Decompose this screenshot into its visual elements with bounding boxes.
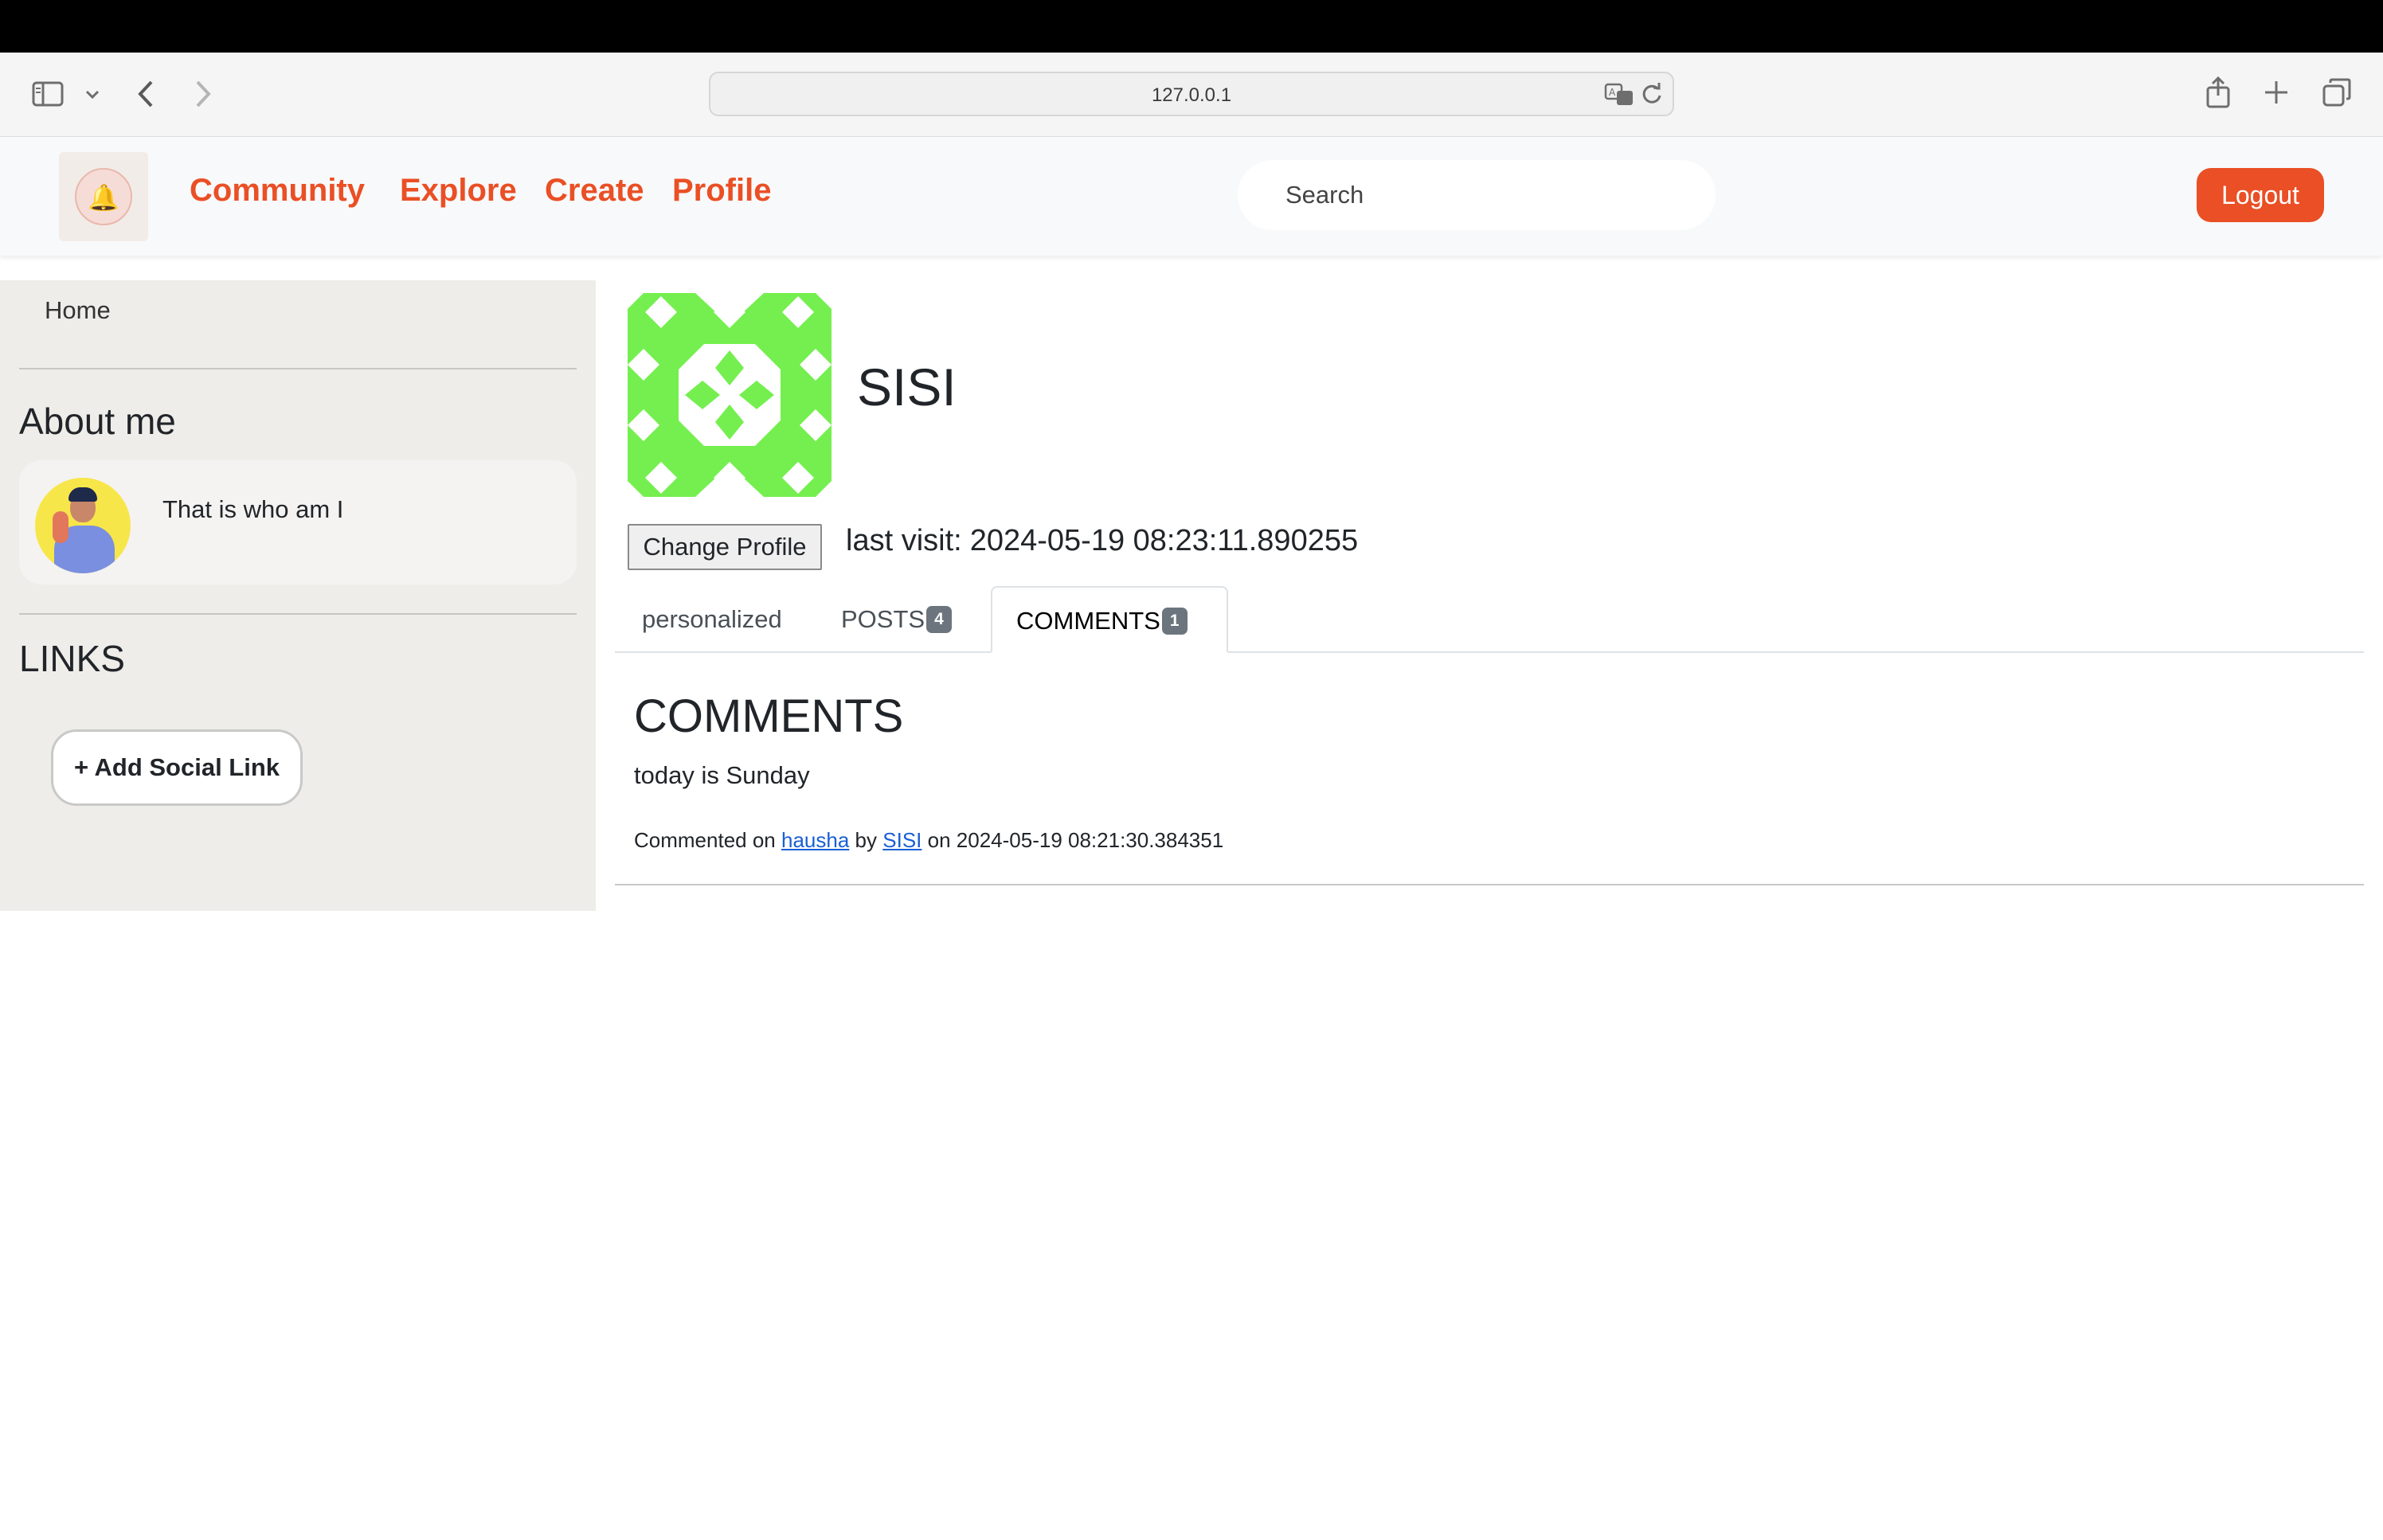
profile-username: SISI [857,358,957,416]
url-text: 127.0.0.1 [1151,84,1232,106]
nav-explore[interactable]: Explore [400,173,517,209]
profile-identicon [628,293,832,497]
home-link[interactable]: Home [45,296,111,325]
divider [19,613,577,615]
browser-toolbar: 127.0.0.1 A [0,53,2383,137]
share-icon[interactable] [2205,76,2232,113]
tab-label: personalized [642,605,782,633]
comments-count-badge: 1 [1161,607,1188,635]
tab-label: COMMENTS [1016,607,1160,635]
comment-prefix: Commented on [634,828,776,852]
tab-overview-icon[interactable] [2322,78,2351,111]
last-visit-label: last visit: [846,524,962,557]
forward-arrow-icon[interactable] [194,80,212,113]
add-social-link-button[interactable]: + Add Social Link [51,729,303,806]
last-visit-value: 2024-05-19 08:23:11.890255 [969,524,1359,557]
comment-on-label: on [927,828,951,852]
about-me-heading: About me [19,401,176,442]
tab-label: POSTS [841,605,925,633]
site-logo[interactable]: 🔔 [59,152,148,241]
posts-count-badge: 4 [926,605,952,633]
translate-icon[interactable]: A [1604,83,1634,112]
back-arrow-icon[interactable] [137,80,155,113]
divider [19,368,577,369]
comments-heading: COMMENTS [634,690,904,742]
search-placeholder: Search [1285,181,1364,209]
os-menu-bar [0,0,2383,53]
bell-icon: 🔔 [88,183,119,212]
nav-community[interactable]: Community [190,173,365,209]
logo-badge: 🔔 [75,168,132,225]
comment-by-label: by [855,828,878,852]
comment-post-link[interactable]: hausha [781,828,849,852]
comment-author-link[interactable]: SISI [882,828,922,852]
tab-posts[interactable]: POSTS 4 [828,586,965,653]
logout-button[interactable]: Logout [2197,168,2324,222]
tab-personalized[interactable]: personalized [629,586,795,653]
comment-meta: Commented on hausha by SISI on 2024-05-1… [634,828,1223,853]
tab-comments[interactable]: COMMENTS 1 [991,586,1228,653]
links-heading: LINKS [19,638,125,679]
new-tab-icon[interactable] [2264,80,2289,110]
chevron-down-icon[interactable] [84,86,100,104]
comment-timestamp: 2024-05-19 08:21:30.384351 [956,828,1224,852]
avatar [35,478,131,573]
comment-text: today is Sunday [634,761,810,789]
last-visit: last visit: 2024-05-19 08:23:11.890255 [846,524,1358,558]
about-me-card: That is who am I [19,460,577,584]
comment-divider [615,884,2364,885]
reload-icon[interactable] [1641,81,1663,111]
address-bar[interactable]: 127.0.0.1 A [709,72,1674,116]
change-profile-button[interactable]: Change Profile [628,524,822,570]
sidebar-toggle-icon[interactable] [32,81,64,111]
site-navbar: 🔔 Community Explore Create Profile Searc… [0,138,2383,256]
about-me-text: That is who am I [162,495,344,523]
profile-sidebar: Home About me That is who am I LINKS + A… [0,280,596,911]
nav-create[interactable]: Create [545,173,644,209]
svg-text:A: A [1609,87,1616,98]
nav-profile[interactable]: Profile [672,173,771,209]
search-input[interactable]: Search [1238,160,1716,230]
